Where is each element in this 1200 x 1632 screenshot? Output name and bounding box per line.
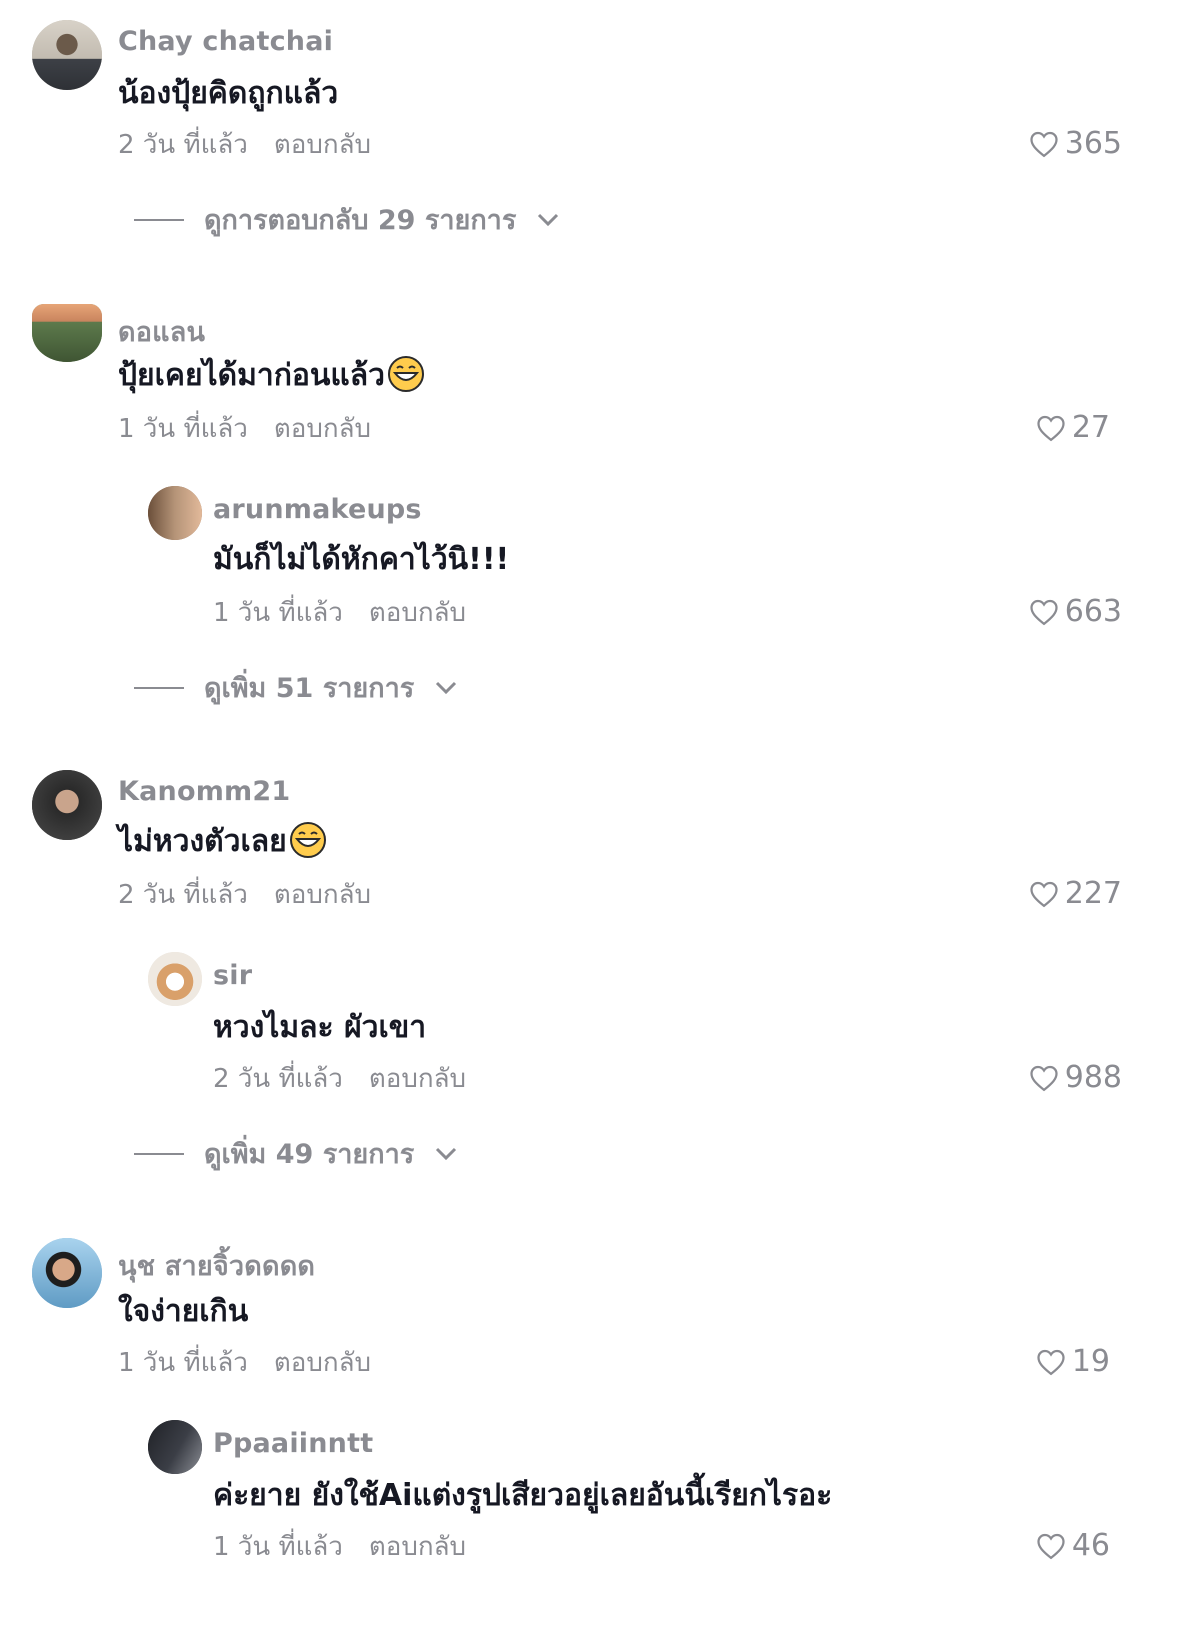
grinning-sweat-emoji-icon: [387, 356, 424, 392]
avatar[interactable]: [32, 770, 102, 840]
heart-icon: [1037, 1533, 1065, 1559]
view-replies-label: ดูเพิ่ม 49 รายการ: [204, 1139, 415, 1170]
comment-text: ไม่หวงตัวเลย: [118, 818, 327, 865]
like-button[interactable]: 27: [1036, 410, 1110, 445]
reply-username[interactable]: sir: [213, 960, 252, 991]
comment-username[interactable]: Kanomm21: [118, 776, 290, 807]
view-replies-label: ดูการตอบกลับ 29 รายการ: [204, 205, 517, 236]
like-button[interactable]: 19: [1036, 1344, 1110, 1379]
like-button[interactable]: 46: [1036, 1528, 1110, 1563]
comment-username[interactable]: Chay chatchai: [118, 26, 333, 57]
reply-button[interactable]: ตอบกลับ: [274, 414, 371, 444]
comment-time: 1 วัน ที่แล้ว: [118, 1348, 248, 1378]
reply-text: มันก็ไม่ได้หักคาไว้นิ!!!: [213, 542, 510, 577]
avatar[interactable]: [148, 1420, 202, 1474]
heart-icon: [1037, 1349, 1065, 1375]
comment-username[interactable]: ดอแลน: [118, 310, 205, 353]
view-replies-label: ดูเพิ่ม 51 รายการ: [204, 673, 415, 704]
reply-text: หวงไมละ ผัวเขา: [213, 1010, 427, 1045]
divider-line: [134, 1152, 184, 1155]
reply-time: 1 วัน ที่แล้ว: [213, 598, 343, 628]
like-button[interactable]: 663: [1029, 594, 1122, 629]
view-replies-button[interactable]: ดูเพิ่ม 49 รายการ: [134, 1132, 458, 1175]
reply-button[interactable]: ตอบกลับ: [369, 1532, 466, 1562]
heart-icon: [1037, 415, 1065, 441]
heart-icon: [1030, 1065, 1058, 1091]
comment-text-content: ไม่หวงตัวเลย: [118, 824, 287, 859]
reply-meta: 1 วัน ที่แล้ว ตอบกลับ: [213, 1526, 466, 1567]
like-button[interactable]: 227: [1029, 876, 1122, 911]
comment-text: น้องปุ้ยคิดถูกแล้ว: [118, 76, 339, 111]
comment-meta: 2 วัน ที่แล้ว ตอบกลับ: [118, 874, 371, 915]
heart-icon: [1030, 131, 1058, 157]
like-count: 988: [1064, 1060, 1122, 1095]
reply-meta: 2 วัน ที่แล้ว ตอบกลับ: [213, 1058, 466, 1099]
like-count: 227: [1064, 876, 1122, 911]
comment-meta: 1 วัน ที่แล้ว ตอบกลับ: [118, 1342, 371, 1383]
comment-text: ปุ้ยเคยได้มาก่อนแล้ว: [118, 352, 425, 399]
chevron-down-icon: [436, 681, 457, 694]
grinning-sweat-emoji-icon: [289, 822, 326, 858]
reply-time: 1 วัน ที่แล้ว: [213, 1532, 343, 1562]
avatar[interactable]: [148, 486, 202, 540]
avatar[interactable]: [32, 20, 102, 90]
view-replies-button[interactable]: ดูการตอบกลับ 29 รายการ: [134, 198, 560, 241]
reply-time: 2 วัน ที่แล้ว: [213, 1064, 343, 1094]
like-count: 19: [1071, 1344, 1110, 1379]
reply-username[interactable]: arunmakeups: [213, 494, 422, 525]
comment-time: 2 วัน ที่แล้ว: [118, 880, 248, 910]
reply-button[interactable]: ตอบกลับ: [274, 130, 371, 160]
comment-text-content: ปุ้ยเคยได้มาก่อนแล้ว: [118, 358, 385, 393]
like-count: 365: [1064, 126, 1122, 161]
reply-button[interactable]: ตอบกลับ: [369, 1064, 466, 1094]
comment-time: 2 วัน ที่แล้ว: [118, 130, 248, 160]
reply-button[interactable]: ตอบกลับ: [369, 598, 466, 628]
reply-meta: 1 วัน ที่แล้ว ตอบกลับ: [213, 592, 466, 633]
view-replies-button[interactable]: ดูเพิ่ม 51 รายการ: [134, 666, 458, 709]
divider-line: [134, 686, 184, 689]
comment-time: 1 วัน ที่แล้ว: [118, 414, 248, 444]
divider-line: [134, 218, 184, 221]
reply-text: ค่ะยาย ยังใช้Aiแต่งรูปเสียวอยู่เลยอันนี้…: [213, 1478, 833, 1513]
like-button[interactable]: 988: [1029, 1060, 1122, 1095]
like-count: 663: [1064, 594, 1122, 629]
like-count: 27: [1071, 410, 1110, 445]
heart-icon: [1030, 599, 1058, 625]
chevron-down-icon: [538, 213, 559, 226]
avatar[interactable]: [32, 304, 102, 362]
avatar[interactable]: [32, 1238, 102, 1308]
comment-username[interactable]: นุช สายจิ้วดดดด: [118, 1244, 315, 1287]
reply-username[interactable]: Ppaaiinntt: [213, 1428, 373, 1459]
chevron-down-icon: [436, 1147, 457, 1160]
comment-meta: 1 วัน ที่แล้ว ตอบกลับ: [118, 408, 371, 449]
comment-text: ใจง่ายเกิน: [118, 1294, 249, 1329]
like-button[interactable]: 365: [1029, 126, 1122, 161]
comment-meta: 2 วัน ที่แล้ว ตอบกลับ: [118, 124, 371, 165]
reply-button[interactable]: ตอบกลับ: [274, 880, 371, 910]
like-count: 46: [1071, 1528, 1110, 1563]
heart-icon: [1030, 881, 1058, 907]
avatar[interactable]: [148, 952, 202, 1006]
reply-button[interactable]: ตอบกลับ: [274, 1348, 371, 1378]
